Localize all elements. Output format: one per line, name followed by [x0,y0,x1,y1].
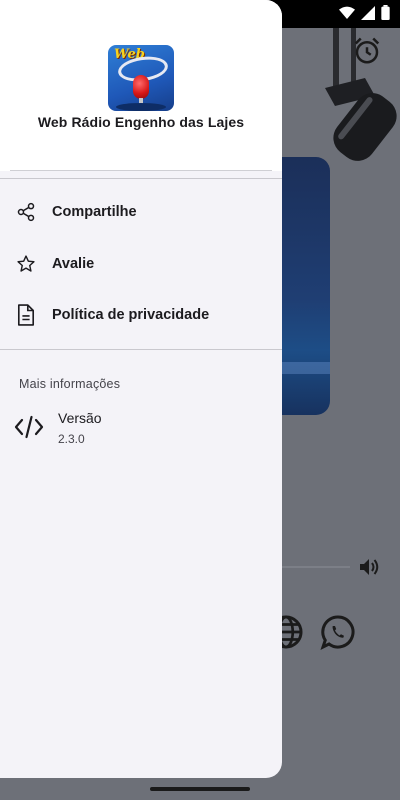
volume-icon[interactable] [356,555,382,579]
app-title: Web Rádio Engenho das Lajes [37,114,245,130]
menu-item-label: Política de privacidade [52,307,210,323]
version-label: Versão [58,410,102,426]
version-value: 2.3.0 [58,432,85,446]
header-divider [10,170,272,171]
divider [0,349,282,350]
battery-icon [381,5,390,20]
wifi-icon [339,6,355,19]
menu-item-share[interactable]: Compartilhe [0,186,282,238]
document-icon [0,304,52,326]
divider [0,178,282,179]
menu-item-label: Avalie [52,256,95,272]
menu-item-privacy-policy[interactable]: Política de privacidade [0,289,282,341]
code-icon [14,415,44,444]
whatsapp-icon[interactable] [320,614,356,650]
navigation-drawer: Web Web Rádio Engenho das Lajes Comparti… [0,0,282,778]
app-logo: Web [108,45,174,111]
drawer-header: Web Web Rádio Engenho das Lajes [0,0,282,171]
share-icon [0,202,52,222]
gesture-navigation-bar[interactable] [150,787,250,791]
section-heading: Mais informações [19,377,121,391]
alarm-icon[interactable] [352,36,382,66]
menu-item-label: Compartilhe [52,204,137,220]
star-icon [0,254,52,274]
menu-item-rate[interactable]: Avalie [0,238,282,290]
signal-icon [361,5,375,20]
